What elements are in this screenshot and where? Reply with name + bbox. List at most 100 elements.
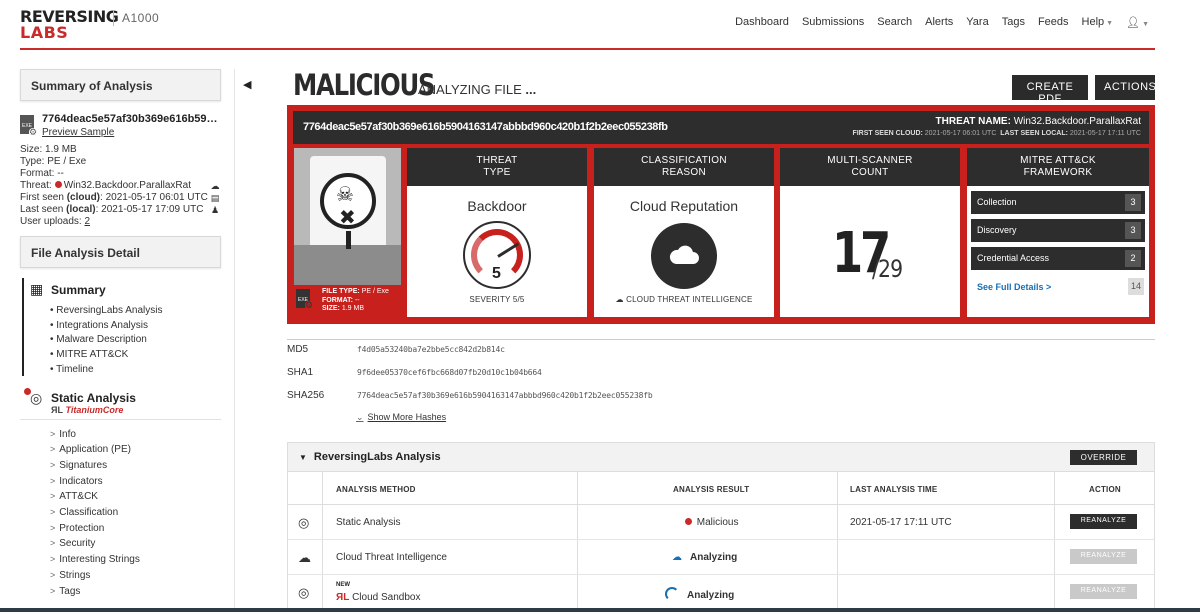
reanalyze-button[interactable]: REANALYZE	[1070, 549, 1137, 564]
file-type-label: FILE TYPE:	[322, 288, 360, 295]
nav-feeds[interactable]: Feeds	[1038, 16, 1069, 29]
first-seen-prefix: First seen	[20, 192, 64, 203]
sample-info: EXE ⚙ 7764deac5e57af30b369e616b5904... P…	[20, 113, 222, 141]
summary-section-header[interactable]: ▦ Summary	[20, 278, 221, 304]
nav-item-protection[interactable]: > Protection	[50, 521, 221, 537]
sha1-value: 9f6dee05370cef6fbc668d07fb20d10c1b04b664	[357, 368, 542, 377]
nav-item-info[interactable]: > Info	[50, 427, 221, 443]
nav-item-application[interactable]: > Application (PE)	[50, 442, 221, 458]
threat-name: Win32.Backdoor.ParallaxRat	[63, 180, 191, 191]
document-icon: ▦	[30, 281, 44, 297]
classification-card: CLASSIFICATION REASON Cloud Reputation ☁ …	[594, 148, 774, 317]
nav-item-interesting-strings[interactable]: > Interesting Strings	[50, 552, 221, 568]
chevron-down-icon: ▼	[1142, 21, 1149, 28]
nav-item-indicators[interactable]: > Indicators	[50, 474, 221, 490]
sha1-label: SHA1	[287, 367, 314, 378]
nav-item-rl-analysis[interactable]: • ReversingLabs Analysis	[50, 304, 221, 319]
chevron-right-icon: >	[50, 459, 56, 470]
nav-item-mitre[interactable]: • MITRE ATT&CK	[50, 348, 221, 363]
collapse-triangle-icon: ▼	[299, 453, 307, 462]
threat-name-label: THREAT NAME:	[935, 116, 1011, 127]
file-shadow-graphic	[294, 245, 401, 285]
nav-item-tags[interactable]: > Tags	[50, 584, 221, 600]
threat-summary-panel: 7764deac5e57af30b369e616b5904163147abbbd…	[287, 105, 1155, 324]
chevron-right-icon: >	[50, 428, 56, 439]
summary-of-analysis-title[interactable]: Summary of Analysis	[20, 69, 221, 101]
nav-dashboard[interactable]: Dashboard	[735, 16, 789, 29]
create-pdf-button[interactable]: CREATE PDF	[1012, 75, 1088, 105]
nav-item-label: MITRE ATT&CK	[56, 349, 129, 361]
nav-item-label: Timeline	[56, 363, 94, 375]
row-result: Analyzing	[665, 587, 734, 601]
nav-item-signatures[interactable]: > Signatures	[50, 458, 221, 474]
show-more-hashes-link[interactable]: ⌄ Show More Hashes	[356, 412, 446, 423]
chevron-right-icon: >	[50, 538, 56, 549]
nav-item-strings[interactable]: > Strings	[50, 568, 221, 584]
last-seen-qualifier: (local)	[66, 204, 96, 215]
override-button[interactable]: OVERRIDE	[1070, 450, 1137, 465]
actions-button[interactable]: ACTIONS	[1095, 75, 1156, 100]
chevron-right-icon: >	[50, 475, 56, 486]
app-header: REVERSING LABS A1000 Dashboard Submissio…	[20, 0, 1155, 50]
spinner-icon	[665, 587, 679, 601]
rl-analysis-header[interactable]: ▼ ReversingLabs Analysis OVERRIDE	[288, 443, 1154, 472]
file-analysis-detail-title[interactable]: File Analysis Detail	[20, 236, 221, 268]
taskbar-strip	[0, 608, 1200, 612]
nav-item-integrations[interactable]: • Integrations Analysis	[50, 319, 221, 334]
nav-item-malware-description[interactable]: • Malware Description	[50, 333, 221, 348]
table-row: ◎ NEW ЯL Cloud Sandbox Analyzing REANALY…	[288, 575, 1154, 610]
rl-analysis-title: ▼ ReversingLabs Analysis	[299, 451, 441, 463]
crossbones-icon: ✖	[339, 207, 356, 229]
nav-tags[interactable]: Tags	[1002, 16, 1025, 29]
verdict-title: MALICIOUS	[293, 68, 436, 102]
left-sidebar: Summary of Analysis EXE ⚙ 7764deac5e57af…	[20, 69, 222, 600]
col-analysis-method: ANALYSIS METHOD	[336, 485, 416, 494]
row-result-text: Analyzing	[687, 590, 735, 601]
col-action: ACTION	[1089, 485, 1121, 494]
nav-item-security[interactable]: > Security	[50, 536, 221, 552]
gear-icon: ⚙	[29, 127, 38, 137]
last-seen-prefix: Last seen	[20, 204, 64, 215]
scanner-total: /29	[872, 255, 903, 283]
collapse-sidebar-icon[interactable]: ◀	[243, 78, 251, 91]
row-result: Malicious	[682, 517, 738, 528]
reanalyze-button[interactable]: REANALYZE	[1070, 584, 1137, 599]
format-row: Format: --	[20, 168, 64, 179]
card-head-line1: CLASSIFICATION	[641, 155, 727, 166]
nav-item-label: Tags	[59, 585, 81, 597]
product-name: A1000	[122, 11, 160, 25]
first-seen-cloud-value: 2021-05-17 06:01 UTC	[924, 130, 997, 137]
row-result: ☁ Analyzing	[672, 552, 737, 563]
nav-item-classification[interactable]: > Classification	[50, 505, 221, 521]
reversinglabs-logo[interactable]: REVERSING LABS	[20, 9, 119, 41]
static-analysis-header[interactable]: ◎ Static Analysis ЯL TitaniumCore	[20, 386, 221, 420]
row-method: Static Analysis	[336, 517, 401, 528]
user-menu[interactable]: 👤︎ ▼	[1126, 16, 1149, 29]
file-meta-strip: EXE ⚙ FILE TYPE: PE / Exe FORMAT: -- SIZ…	[294, 285, 401, 317]
mitre-row-discovery[interactable]: Discovery 3	[971, 219, 1145, 242]
nav-submissions[interactable]: Submissions	[802, 16, 864, 29]
severity-number: 5	[492, 265, 501, 282]
mitre-row-collection[interactable]: Collection 3	[971, 191, 1145, 214]
nav-search[interactable]: Search	[877, 16, 912, 29]
see-full-details-link[interactable]: See Full Details >	[977, 282, 1051, 292]
hash-bar: 7764deac5e57af30b369e616b5904163147abbbd…	[293, 111, 1149, 144]
preview-sample-link[interactable]: Preview Sample	[42, 127, 114, 138]
titaniumcore-text: TitaniumCore	[65, 404, 124, 415]
summary-section: ▦ Summary • ReversingLabs Analysis • Int…	[20, 278, 221, 378]
rl-analysis-title-text: ReversingLabs Analysis	[313, 451, 441, 463]
card-head-line1: MITRE ATT&CK	[1020, 155, 1096, 166]
nav-yara[interactable]: Yara	[966, 16, 988, 29]
reanalyze-button[interactable]: REANALYZE	[1070, 514, 1137, 529]
table-header: ANALYSIS METHOD ANALYSIS RESULT LAST ANA…	[288, 472, 1154, 505]
nav-alerts[interactable]: Alerts	[925, 16, 953, 29]
uploads-link[interactable]: 2	[84, 216, 90, 227]
cloud-network-icon: ☁	[298, 550, 311, 565]
nav-item-timeline[interactable]: • Timeline	[50, 363, 221, 378]
classification-source-text: CLOUD THREAT INTELLIGENCE	[626, 295, 753, 304]
sha1-row: SHA1 9f6dee05370cef6fbc668d07fb20d10c1b04…	[287, 363, 1155, 386]
uploads-prefix: User uploads:	[20, 216, 82, 227]
nav-help[interactable]: Help ▼	[1082, 16, 1114, 29]
nav-item-attck[interactable]: > ATT&CK	[50, 489, 221, 505]
mitre-row-credential-access[interactable]: Credential Access 2	[971, 247, 1145, 270]
